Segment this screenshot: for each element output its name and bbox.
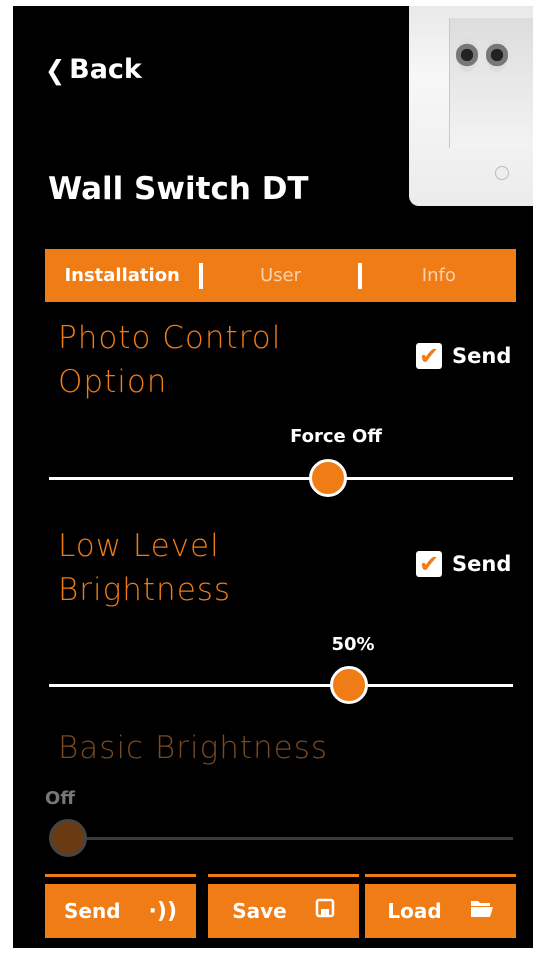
button-top-line — [208, 874, 359, 877]
chevron-left-icon: ❮ — [45, 54, 66, 85]
basic-brightness-value: Off — [45, 788, 75, 809]
tab-installation[interactable]: Installation — [45, 265, 199, 286]
slider-track — [49, 477, 513, 480]
photo-control-title-line1: Photo Control — [58, 320, 282, 356]
slider-track — [49, 837, 513, 840]
tab-user[interactable]: User — [203, 265, 357, 286]
send-button-label: Send — [64, 899, 121, 923]
photo-control-slider[interactable] — [49, 458, 513, 498]
checkbox-box: ✔ — [416, 343, 442, 369]
back-button[interactable]: ❮ Back — [45, 54, 142, 85]
floppy-disk-icon — [315, 898, 335, 924]
low-level-send-checkbox[interactable]: ✔ Send — [416, 551, 511, 577]
send-button[interactable]: Send ·)) — [45, 874, 196, 938]
low-level-title-line1: Low Level — [58, 528, 220, 564]
save-button-label: Save — [232, 899, 287, 923]
send-label: Send — [452, 552, 512, 576]
load-button-label: Load — [387, 899, 442, 923]
photo-control-send-checkbox[interactable]: ✔ Send — [416, 343, 511, 369]
low-level-brightness-title: Low Level Brightness — [58, 524, 231, 612]
device-screw — [495, 166, 509, 180]
device-image — [409, 6, 533, 206]
photo-control-value: Force Off — [290, 426, 382, 447]
low-level-slider[interactable] — [49, 665, 513, 705]
open-folder-icon — [470, 898, 494, 924]
back-label: Back — [69, 54, 142, 85]
basic-brightness-title: Basic Brightness — [58, 730, 329, 766]
checkmark-icon: ✔ — [418, 550, 440, 578]
slider-thumb[interactable] — [49, 819, 87, 857]
sensor-lens — [456, 38, 478, 72]
button-top-line — [45, 874, 196, 877]
checkbox-box: ✔ — [416, 551, 442, 577]
page-title: Wall Switch DT — [48, 171, 309, 207]
app-screen: ❮ Back Wall Switch DT Installation User … — [13, 6, 533, 948]
checkmark-icon: ✔ — [418, 342, 440, 370]
wireless-send-icon: ·)) — [148, 898, 177, 924]
load-button[interactable]: Load — [365, 874, 516, 938]
tab-info[interactable]: Info — [362, 265, 516, 286]
slider-track — [49, 684, 513, 687]
send-label: Send — [452, 344, 512, 368]
tab-bar: Installation User Info — [45, 249, 516, 302]
save-button[interactable]: Save — [208, 874, 359, 938]
footer-toolbar: Send ·)) Save Load — [45, 874, 516, 948]
basic-brightness-slider[interactable] — [49, 818, 513, 858]
slider-thumb[interactable] — [330, 666, 369, 704]
photo-control-title-line2: Option — [58, 364, 168, 400]
low-level-title-line2: Brightness — [58, 572, 232, 608]
device-sensor — [449, 18, 533, 148]
slider-thumb[interactable] — [308, 459, 347, 497]
button-top-line — [365, 874, 516, 877]
low-level-value: 50% — [331, 634, 375, 655]
photo-control-title: Photo Control Option — [58, 316, 281, 404]
sensor-lens — [486, 38, 508, 72]
